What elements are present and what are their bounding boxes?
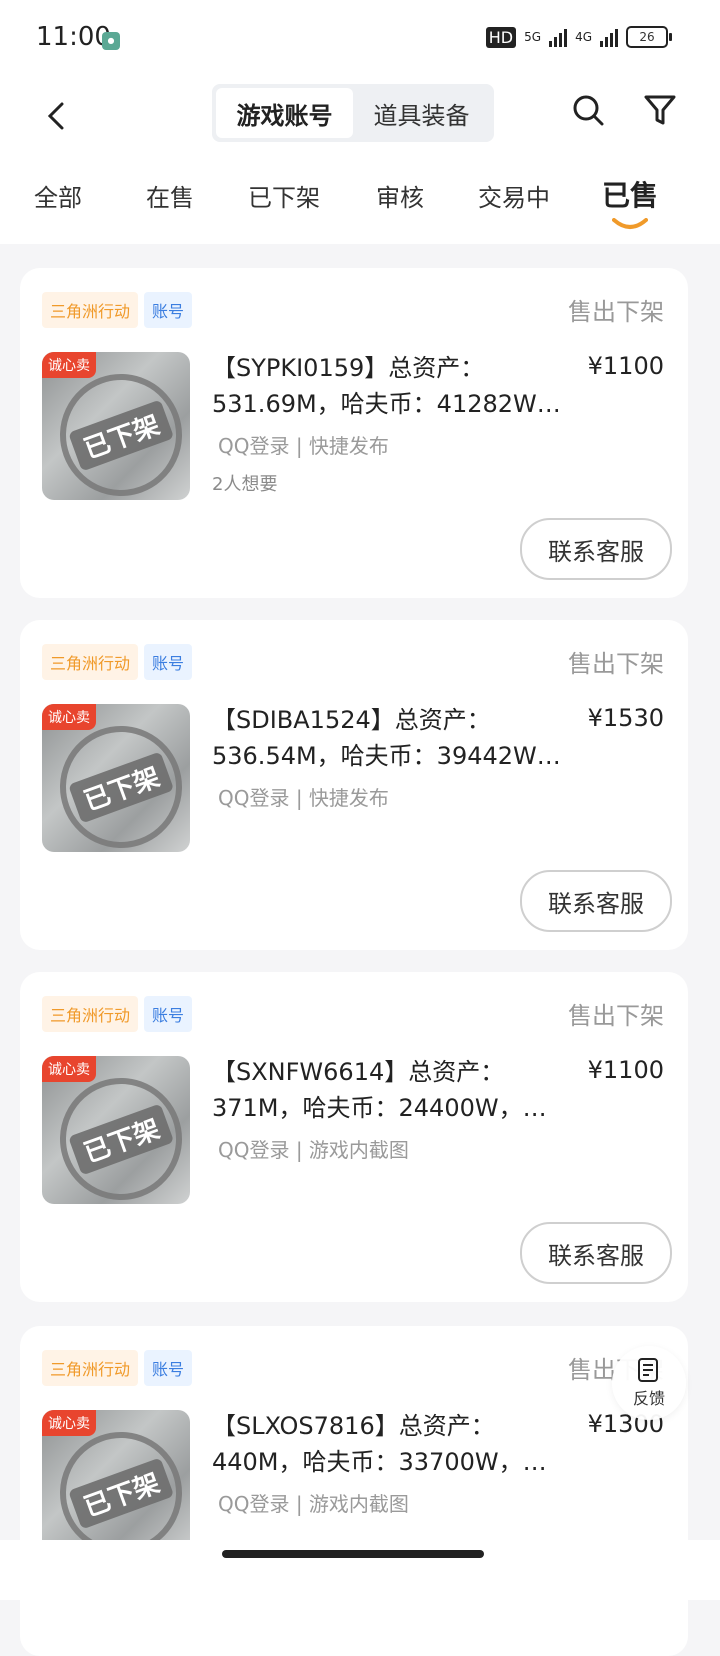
thumbnail[interactable]: 诚心卖 已下架 (42, 1056, 190, 1204)
item-title: 【SXNFW6614】总资产：371M，哈夫币：24400W，… (212, 1058, 547, 1122)
stamp-label: 已下架 (67, 1102, 175, 1176)
game-tag: 三角洲行动 (42, 1350, 139, 1386)
contact-service-button[interactable]: 联系客服 (520, 518, 672, 580)
game-tag: 三角洲行动 (42, 644, 139, 680)
item-price: ¥1100 (587, 1056, 664, 1084)
delisted-stamp-icon: 已下架 (42, 1414, 190, 1558)
item-meta: QQ登录 | 游戏内截图 (218, 1138, 409, 1162)
thumbnail[interactable]: 诚心卖 已下架 (42, 1410, 190, 1558)
tab-all[interactable]: 全部 (34, 178, 82, 213)
delisted-stamp-icon: 已下架 (42, 356, 190, 500)
chevron-left-icon (47, 102, 64, 130)
thumbnail[interactable]: 诚心卖 已下架 (42, 704, 190, 852)
list-item[interactable]: 三角洲行动 账号 售出下架 诚心卖 已下架 【SXNFW6614】总资产：371… (20, 972, 688, 1302)
contact-service-button[interactable]: 联系客服 (520, 1222, 672, 1284)
filter-button[interactable] (640, 90, 680, 130)
segment-items-equipment[interactable]: 道具装备 (353, 88, 490, 138)
status-text: 售出下架 (568, 650, 664, 678)
item-price: ¥1100 (587, 352, 664, 380)
item-meta: QQ登录 | 游戏内截图 (218, 1492, 409, 1516)
signal-5g-icon (549, 27, 568, 47)
game-tag: 三角洲行动 (42, 292, 139, 328)
signal-4g-icon (600, 27, 618, 47)
tab-sold[interactable]: 已售 (602, 174, 658, 214)
home-indicator[interactable] (222, 1550, 484, 1558)
stamp-label: 已下架 (67, 750, 175, 824)
type-tag: 账号 (144, 1350, 193, 1386)
tab-trading[interactable]: 交易中 (478, 178, 550, 213)
network-4g-label: 4G (575, 30, 592, 44)
hd-badge: HD (485, 26, 517, 48)
ribbon-badge: 诚心卖 (42, 1056, 96, 1082)
status-text: 售出下架 (568, 1002, 664, 1030)
delisted-stamp-icon: 已下架 (42, 708, 190, 852)
feedback-label: 反馈 (632, 1389, 665, 1408)
network-5g-label: 5G (524, 30, 542, 44)
bottom-safe-area (0, 1540, 720, 1600)
item-title: 【SDIBA1524】总资产：536.54M，哈夫币：39442W… (212, 706, 561, 770)
battery-icon: 26 (626, 26, 672, 48)
feedback-icon (638, 1358, 658, 1382)
ribbon-badge: 诚心卖 (42, 704, 96, 730)
tab-delisted[interactable]: 已下架 (248, 178, 320, 213)
item-meta: QQ登录 | 快捷发布 (218, 786, 389, 810)
type-tag: 账号 (144, 996, 193, 1032)
search-icon (573, 95, 604, 126)
item-title: 【SYPKI0159】总资产：531.69M，哈夫币：41282W… (212, 354, 561, 418)
tags: 三角洲行动 账号 (42, 644, 193, 680)
filter-icon (644, 95, 676, 125)
status-time: 11:00 (36, 22, 111, 52)
status-tabs: 全部 在售 已下架 审核 交易中 已售 (0, 178, 720, 238)
stamp-label: 已下架 (67, 398, 175, 472)
segmented-control: 游戏账号 道具装备 (212, 84, 494, 142)
item-price: ¥1530 (587, 704, 664, 732)
feedback-button[interactable]: 反馈 (612, 1346, 686, 1420)
list-item[interactable]: 三角洲行动 账号 售出下架 诚心卖 已下架 【SDIBA1524】总资产：536… (20, 620, 688, 950)
search-button[interactable] (568, 90, 608, 130)
tags: 三角洲行动 账号 (42, 1350, 193, 1386)
tab-review[interactable]: 审核 (376, 178, 424, 213)
type-tag: 账号 (144, 644, 193, 680)
list-item[interactable]: 三角洲行动 账号 售出下架 诚心卖 已下架 【SYPKI0159】总资产：531… (20, 268, 688, 598)
item-meta: QQ登录 | 快捷发布 (218, 434, 389, 458)
status-text: 售出下架 (568, 298, 664, 326)
delisted-stamp-icon: 已下架 (42, 1060, 190, 1204)
status-icons: HD 5G 4G 26 (485, 26, 672, 48)
list-item[interactable]: 三角洲行动 账号 售出下架 诚心卖 已下架 【SLXOS7816】总资产：440… (20, 1326, 688, 1656)
header: 游戏账号 道具装备 全部 在售 已下架 审核 交易中 已售 (0, 84, 720, 244)
back-button[interactable] (36, 94, 76, 138)
want-count: 2人想要 (212, 474, 278, 495)
item-title: 【SLXOS7816】总资产：440M，哈夫币：33700W，… (212, 1412, 547, 1476)
ribbon-badge: 诚心卖 (42, 1410, 96, 1436)
app-notification-icon: ● (102, 32, 120, 50)
tags: 三角洲行动 账号 (42, 996, 193, 1032)
ribbon-badge: 诚心卖 (42, 352, 96, 378)
status-bar: 11:00 ● HD 5G 4G 26 (0, 0, 720, 84)
thumbnail[interactable]: 诚心卖 已下架 (42, 352, 190, 500)
tags: 三角洲行动 账号 (42, 292, 193, 328)
game-tag: 三角洲行动 (42, 996, 139, 1032)
tab-on-sale[interactable]: 在售 (146, 178, 194, 213)
type-tag: 账号 (144, 292, 193, 328)
segment-game-account[interactable]: 游戏账号 (216, 88, 353, 138)
stamp-label: 已下架 (67, 1456, 175, 1530)
active-tab-indicator (612, 218, 648, 229)
contact-service-button[interactable]: 联系客服 (520, 870, 672, 932)
